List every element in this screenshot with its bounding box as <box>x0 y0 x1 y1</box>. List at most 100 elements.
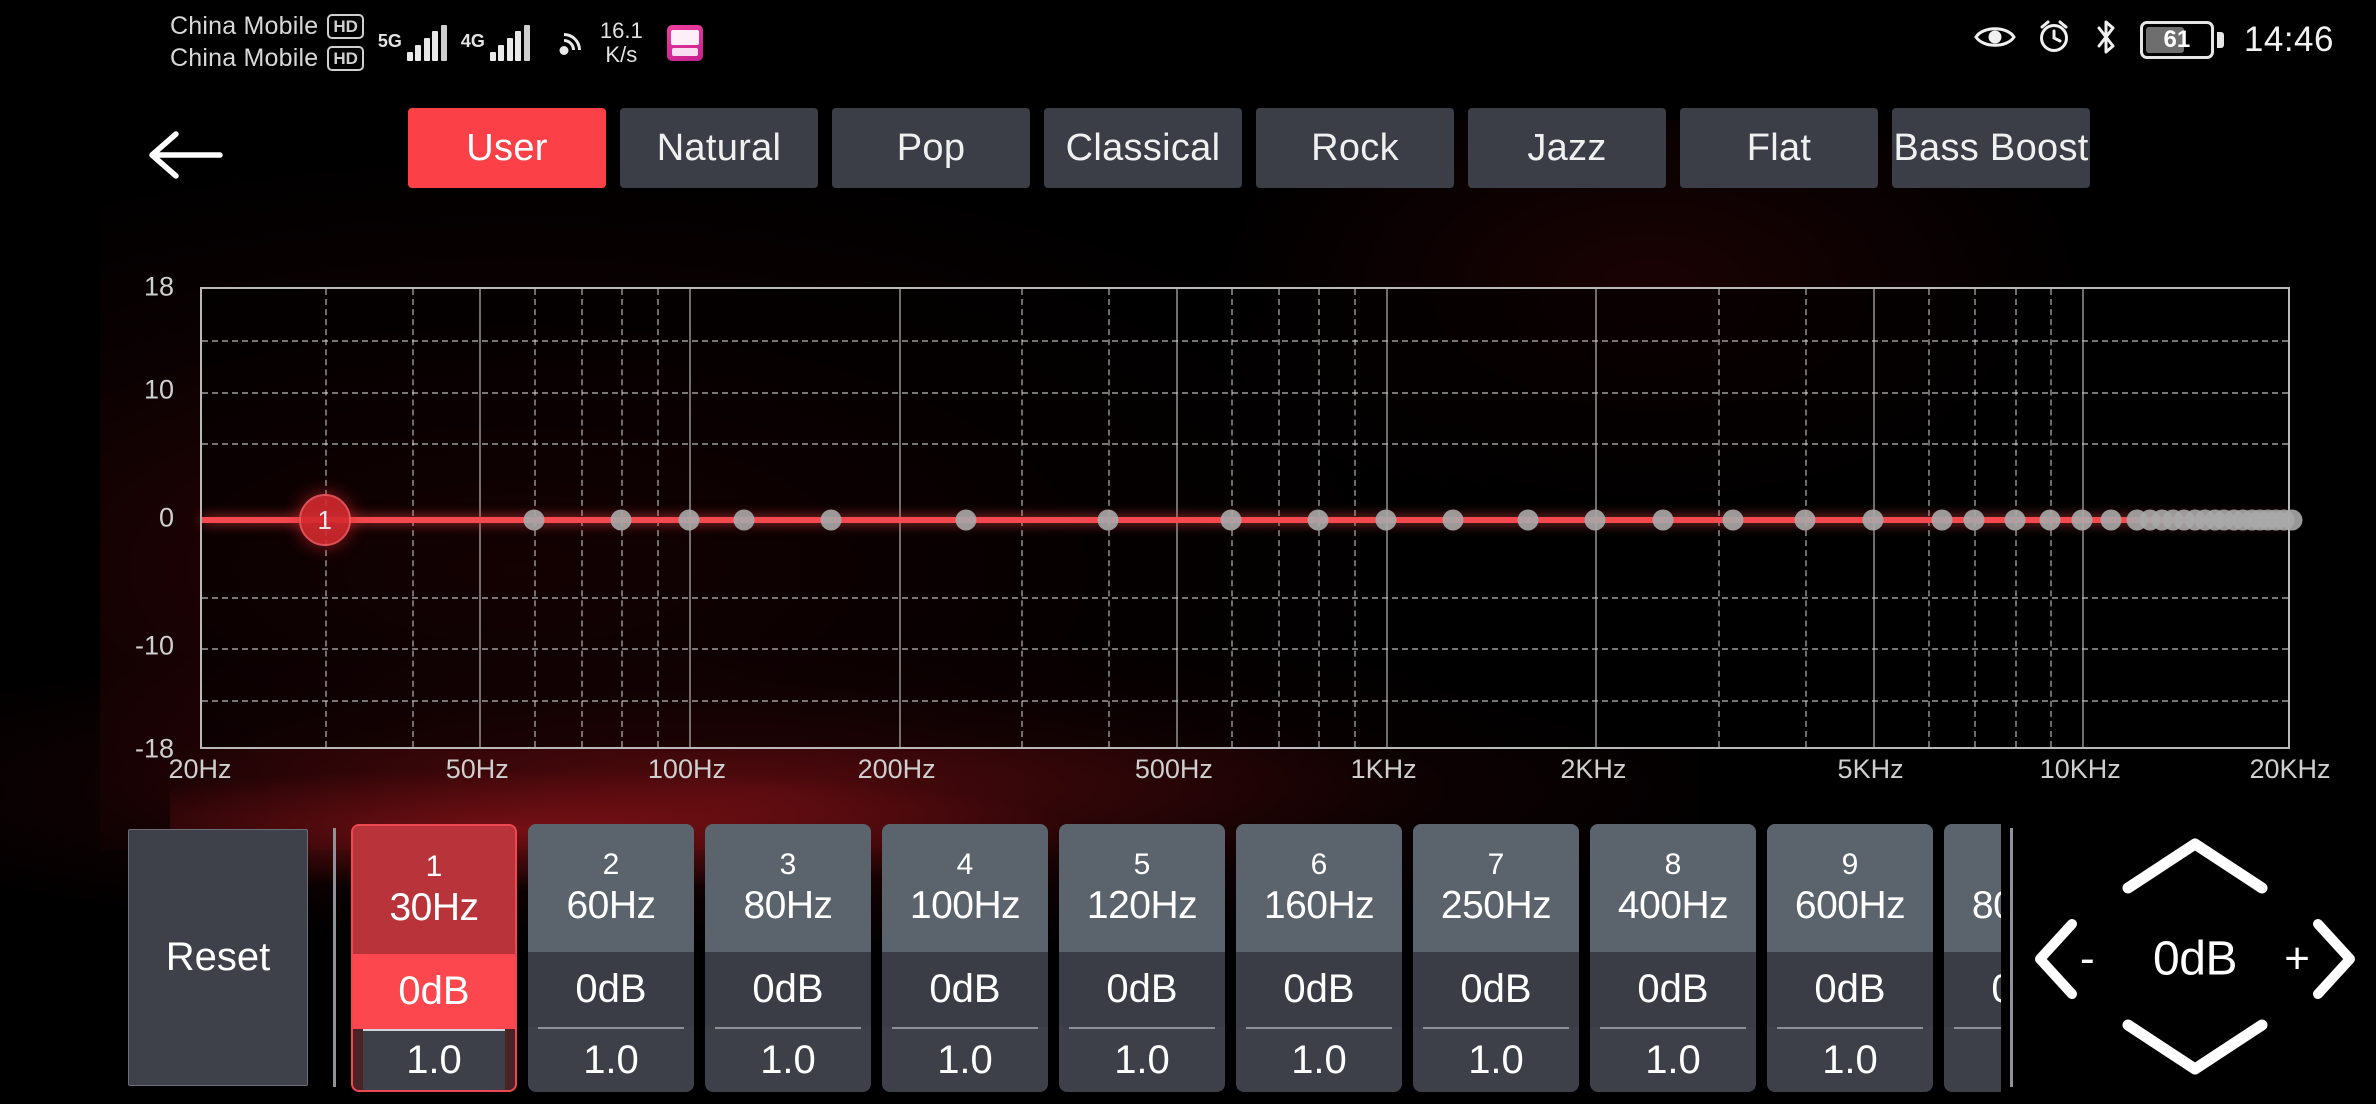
band-frequency: 600Hz <box>1794 884 1906 927</box>
preset-tab-label: Jazz <box>1527 126 1607 169</box>
preset-tab-label: Pop <box>896 126 966 169</box>
eq-point[interactable] <box>1442 509 1464 531</box>
preset-tab-label: Flat <box>1746 126 1812 169</box>
band-q-value[interactable]: 1.0 <box>363 1029 505 1090</box>
preset-tab-user[interactable]: User <box>408 108 606 188</box>
eq-point[interactable] <box>1517 509 1539 531</box>
app-notification-icon <box>666 24 703 61</box>
y-axis-tick-label: 0 <box>158 502 174 533</box>
band-q-value[interactable]: 1.0 <box>1777 1027 1923 1092</box>
eq-point[interactable] <box>2100 509 2122 531</box>
back-arrow-icon <box>146 127 224 188</box>
eq-screen: China Mobile HD China Mobile HD 5G 4G 16… <box>0 0 2376 1104</box>
band-gain[interactable]: 0dB <box>353 954 515 1029</box>
eq-point[interactable] <box>2039 509 2061 531</box>
band-gain[interactable]: 0dB <box>1590 952 1756 1027</box>
divider-right <box>2010 828 2013 1087</box>
eq-point[interactable] <box>1963 509 1985 531</box>
band-card-8[interactable]: 8 400Hz 0dB 1.0 <box>1590 824 1756 1092</box>
status-bar-clock: 14:46 <box>2243 19 2334 59</box>
preset-tab-rock[interactable]: Rock <box>1256 108 1454 188</box>
band-gain[interactable]: 0dB <box>1944 952 2001 1027</box>
band-card-10[interactable]: 10800Hz0dB1.0 <box>1944 824 2001 1092</box>
eq-point[interactable] <box>820 509 842 531</box>
preset-tab-natural[interactable]: Natural <box>620 108 818 188</box>
eq-point[interactable] <box>523 509 545 531</box>
eq-point[interactable] <box>955 509 977 531</box>
status-bar-right: 61 14:46 <box>1974 18 2334 61</box>
battery-level-text: 61 <box>2163 25 2191 53</box>
band-q-value[interactable]: 1.0 <box>1069 1027 1215 1092</box>
preset-tab-classical[interactable]: Classical <box>1044 108 1242 188</box>
eq-point[interactable] <box>2004 509 2026 531</box>
band-card-4[interactable]: 4 100Hz 0dB 1.0 <box>882 824 1048 1092</box>
band-gain[interactable]: 0dB <box>1767 952 1933 1027</box>
reset-button[interactable]: Reset <box>128 829 308 1086</box>
band-q-value[interactable]: 1.0 <box>1600 1027 1746 1092</box>
band-q-value[interactable]: 1.0 <box>1954 1027 2001 1092</box>
band-q-value[interactable]: 1.0 <box>538 1027 684 1092</box>
eq-point[interactable] <box>1722 509 1744 531</box>
x-axis-tick-label: 2KHz <box>1560 754 1627 784</box>
eq-point[interactable] <box>678 509 700 531</box>
band-q-value[interactable]: 1.0 <box>715 1027 861 1092</box>
preset-tab-label: User <box>466 126 548 169</box>
eq-point[interactable] <box>610 509 632 531</box>
eq-point[interactable] <box>1220 509 1242 531</box>
band-q-value[interactable]: 1.0 <box>1423 1027 1569 1092</box>
preset-toolbar: User Natural Pop Classical Rock Jazz Flat Bass … <box>0 108 2376 212</box>
eq-point[interactable] <box>1931 509 1953 531</box>
band-q-value[interactable]: 1.0 <box>892 1027 1038 1092</box>
eq-point-selected[interactable]: 1 <box>298 494 351 546</box>
eq-plot-area[interactable]: 1 <box>200 287 2303 749</box>
preset-tab-jazz[interactable]: Jazz <box>1468 108 1666 188</box>
preset-tab-bass-boost[interactable]: Bass Boost <box>1892 108 2090 188</box>
current-gain-value: 0dB <box>2153 932 2237 986</box>
back-button[interactable] <box>135 122 235 192</box>
increase-gain-button[interactable]: + <box>2284 916 2358 1002</box>
preset-tab-flat[interactable]: Flat <box>1680 108 1878 188</box>
band-gain[interactable]: 0dB <box>1413 952 1579 1027</box>
band-q-value[interactable]: 1.0 <box>1246 1027 1392 1092</box>
eq-point[interactable] <box>2281 509 2303 531</box>
signal-bars-icon <box>489 24 530 61</box>
y-axis-tick-label: 10 <box>143 374 174 405</box>
band-index: 2 <box>602 848 620 881</box>
plus-sign: + <box>2284 934 2310 983</box>
eq-point[interactable] <box>1794 509 1816 531</box>
band-index: 6 <box>1310 848 1328 881</box>
eq-point[interactable] <box>1097 509 1119 531</box>
chevron-down-icon[interactable] <box>2120 1017 2270 1084</box>
band-gain[interactable]: 0dB <box>1236 952 1402 1027</box>
eq-point[interactable] <box>2071 509 2093 531</box>
band-card-2[interactable]: 2 60Hz 0dB 1.0 <box>528 824 694 1092</box>
eq-point[interactable] <box>1862 509 1884 531</box>
band-control-bar: Reset 1 30Hz 0dB 1.0 2 60Hz 0dB 1.0 3 80Hz 0dB 1.0 4… <box>0 814 2376 1104</box>
band-card-6[interactable]: 6 160Hz 0dB 1.0 <box>1236 824 1402 1092</box>
band-header: 5 120Hz <box>1059 824 1225 952</box>
band-header: 1 30Hz <box>353 826 515 954</box>
eq-point[interactable] <box>1307 509 1329 531</box>
eq-point[interactable] <box>1652 509 1674 531</box>
band-frequency: 800Hz <box>1971 884 2001 927</box>
band-gain[interactable]: 0dB <box>528 952 694 1027</box>
chevron-up-icon[interactable] <box>2120 834 2270 901</box>
band-frequency: 30Hz <box>389 886 479 929</box>
band-gain[interactable]: 0dB <box>705 952 871 1027</box>
band-card-list[interactable]: 1 30Hz 0dB 1.0 2 60Hz 0dB 1.0 3 80Hz 0dB 1.0 4 100Hz 0… <box>351 824 2001 1102</box>
eq-point[interactable] <box>1584 509 1606 531</box>
preset-tab-pop[interactable]: Pop <box>832 108 1030 188</box>
band-gain[interactable]: 0dB <box>882 952 1048 1027</box>
eq-point[interactable] <box>1375 509 1397 531</box>
band-index: 8 <box>1664 848 1682 881</box>
band-card-7[interactable]: 7 250Hz 0dB 1.0 <box>1413 824 1579 1092</box>
carrier-list: China Mobile HD China Mobile HD <box>170 12 364 73</box>
band-frequency: 160Hz <box>1263 884 1375 927</box>
band-gain[interactable]: 0dB <box>1059 952 1225 1027</box>
eq-point[interactable] <box>733 509 755 531</box>
band-card-3[interactable]: 3 80Hz 0dB 1.0 <box>705 824 871 1092</box>
band-card-5[interactable]: 5 120Hz 0dB 1.0 <box>1059 824 1225 1092</box>
band-card-9[interactable]: 9 600Hz 0dB 1.0 <box>1767 824 1933 1092</box>
decrease-gain-button[interactable]: - <box>2032 916 2095 1002</box>
band-card-1[interactable]: 1 30Hz 0dB 1.0 <box>351 824 517 1092</box>
